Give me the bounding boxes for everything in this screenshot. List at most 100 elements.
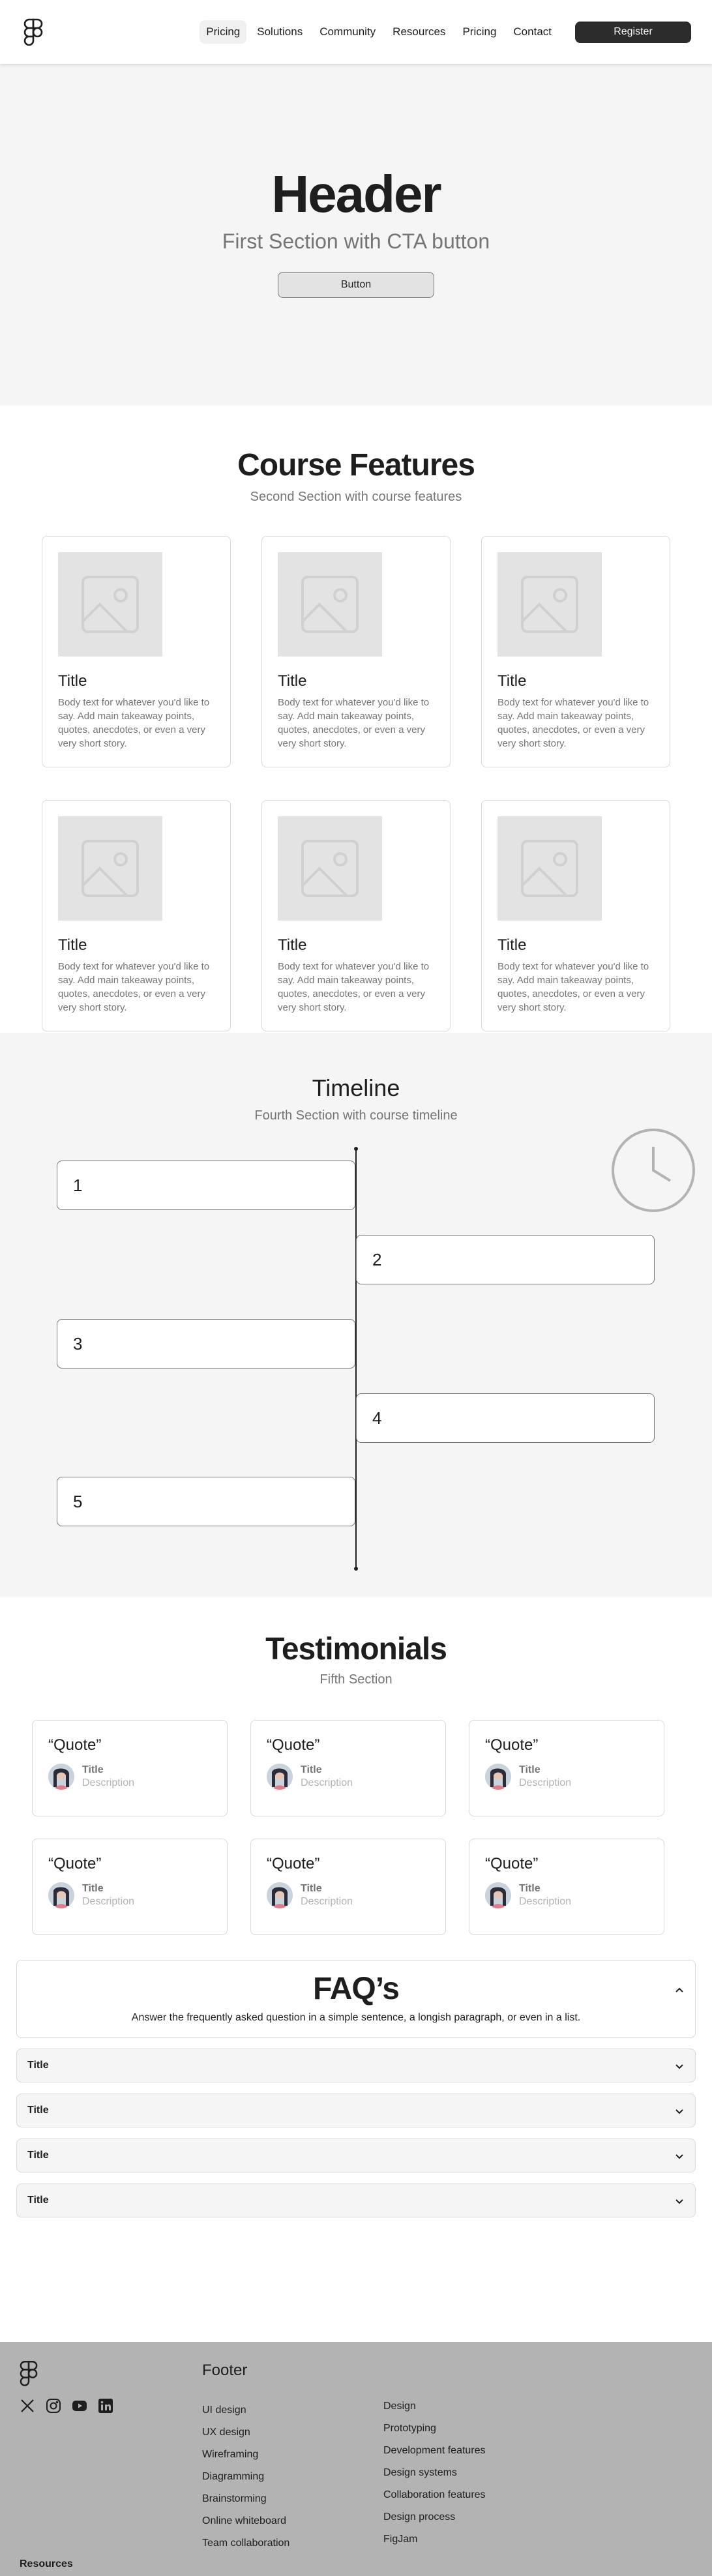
hero-title: Header (271, 165, 441, 223)
faq-item[interactable]: Title (16, 2139, 696, 2172)
nav-link-solutions[interactable]: Solutions (250, 20, 309, 44)
clock-icon (610, 1127, 696, 1213)
nav-link-resources[interactable]: Resources (386, 20, 452, 44)
footer-link[interactable]: UI design (202, 2399, 289, 2421)
avatar (48, 1764, 74, 1790)
nav-link-community[interactable]: Community (313, 20, 382, 44)
footer-link[interactable]: Diagramming (202, 2466, 289, 2488)
testimonial-person: Title Description (485, 1764, 648, 1790)
chevron-down-icon[interactable] (674, 2151, 685, 2165)
testimonial-cards: “Quote” Title Description “Quote” Title De… (32, 1720, 664, 1935)
chevron-down-icon[interactable] (674, 2061, 685, 2075)
image-placeholder-icon (497, 552, 602, 657)
faq-item[interactable]: Title (16, 2094, 696, 2127)
nav-links: Pricing Solutions Community Resources Pr… (196, 20, 691, 44)
avatar (48, 1882, 74, 1908)
timeline-item-3: 3 (57, 1319, 355, 1369)
testimonial-card: “Quote” Title Description (250, 1720, 446, 1816)
avatar (267, 1764, 293, 1790)
faq-section: FAQ’s Answer the frequently asked questi… (0, 1960, 712, 2342)
feature-card-title: Title (58, 936, 87, 954)
register-button[interactable]: Register (575, 21, 691, 43)
image-placeholder-icon (278, 552, 382, 657)
testimonial-card: “Quote” Title Description (469, 1720, 664, 1816)
footer-link[interactable]: Online whiteboard (202, 2510, 289, 2532)
timeline-start-dot (354, 1147, 358, 1151)
testimonial-person: Title Description (267, 1764, 430, 1790)
feature-card-body: Body text for whatever you'd like to say… (58, 697, 210, 749)
nav-link-contact[interactable]: Contact (507, 20, 558, 44)
hero-section: Header First Section with CTA button But… (0, 64, 712, 406)
social-links (20, 2398, 124, 2414)
image-placeholder-icon (58, 816, 162, 921)
timeline-item-1: 1 (57, 1161, 355, 1210)
testimonial-title: Title (519, 1764, 541, 1775)
timeline-item-2: 2 (356, 1235, 655, 1284)
feature-card-body: Body text for whatever you'd like to say… (497, 961, 649, 1013)
chevron-down-icon[interactable] (674, 2106, 685, 2120)
avatar (267, 1882, 293, 1908)
footer: Footer UI design UX design Wireframing D… (0, 2342, 712, 2576)
course-features-section: Course Features Second Section with cour… (0, 406, 712, 1033)
figma-logo-icon[interactable] (23, 18, 43, 46)
footer-link[interactable]: Design systems (383, 2462, 486, 2484)
testimonial-description: Description (519, 1896, 572, 1907)
feature-card: Title Body text for whatever you'd like … (481, 536, 670, 767)
feature-card-body: Body text for whatever you'd like to say… (497, 697, 649, 749)
feature-card-title: Title (497, 672, 527, 690)
feature-card: Title Body text for whatever you'd like … (481, 800, 670, 1031)
features-title: Course Features (237, 448, 475, 482)
feature-card: Title Body text for whatever you'd like … (261, 800, 451, 1031)
hero-cta-button[interactable]: Button (278, 272, 434, 298)
nav-link-pricing-2[interactable]: Pricing (456, 20, 503, 44)
testimonial-card: “Quote” Title Description (32, 1839, 228, 1935)
footer-link[interactable]: Collaboration features (383, 2484, 486, 2506)
testimonial-description: Description (519, 1777, 572, 1788)
footer-link[interactable]: Prototyping (383, 2418, 486, 2440)
youtube-icon[interactable] (72, 2398, 87, 2414)
testimonial-title: Title (82, 1883, 104, 1894)
feature-card-title: Title (278, 936, 307, 954)
faq-item[interactable]: Title (16, 2049, 696, 2082)
instagram-icon[interactable] (46, 2398, 61, 2414)
testimonial-person: Title Description (48, 1764, 211, 1790)
testimonial-quote: “Quote” (267, 1736, 320, 1754)
top-navigation: Pricing Solutions Community Resources Pr… (0, 0, 712, 64)
footer-link[interactable]: Wireframing (202, 2444, 289, 2466)
footer-link[interactable]: Design (383, 2395, 486, 2418)
footer-link[interactable]: Development features (383, 2440, 486, 2462)
figma-logo-icon[interactable] (20, 2360, 38, 2386)
x-icon[interactable] (20, 2398, 35, 2414)
image-placeholder-icon (497, 816, 602, 921)
faq-item-title: Title (27, 2195, 49, 2206)
testimonial-quote: “Quote” (267, 1855, 320, 1873)
chevron-down-icon[interactable] (674, 2196, 685, 2210)
feature-cards: Title Body text for whatever you'd like … (42, 536, 670, 1031)
avatar (485, 1882, 511, 1908)
testimonial-quote: “Quote” (485, 1736, 539, 1754)
linkedin-icon[interactable] (98, 2398, 113, 2414)
chevron-up-icon[interactable] (674, 1985, 685, 1999)
timeline-item-5: 5 (57, 1477, 355, 1526)
footer-link[interactable]: Team collaboration (202, 2532, 289, 2554)
testimonial-person: Title Description (48, 1882, 211, 1908)
timeline-title: Timeline (312, 1074, 400, 1101)
footer-link[interactable]: Design process (383, 2506, 486, 2528)
testimonial-title: Title (82, 1764, 104, 1775)
timeline-section: Timeline Fourth Section with course time… (0, 1033, 712, 1597)
faq-item-title: Title (27, 2105, 49, 2116)
nav-link-pricing[interactable]: Pricing (200, 20, 247, 44)
faq-header[interactable]: FAQ’s Answer the frequently asked questi… (16, 1960, 696, 2038)
testimonials-subtitle: Fifth Section (319, 1672, 393, 1687)
testimonial-quote: “Quote” (48, 1736, 102, 1754)
footer-link[interactable]: Brainstorming (202, 2488, 289, 2510)
footer-link[interactable]: UX design (202, 2421, 289, 2444)
footer-link[interactable]: FigJam (383, 2528, 486, 2551)
testimonial-title: Title (519, 1883, 541, 1894)
testimonial-description: Description (82, 1896, 135, 1907)
testimonial-card: “Quote” Title Description (469, 1839, 664, 1935)
feature-card-title: Title (278, 672, 307, 690)
faq-item[interactable]: Title (16, 2184, 696, 2217)
timeline-subtitle: Fourth Section with course timeline (254, 1108, 458, 1123)
feature-card-body: Body text for whatever you'd like to say… (278, 697, 430, 749)
